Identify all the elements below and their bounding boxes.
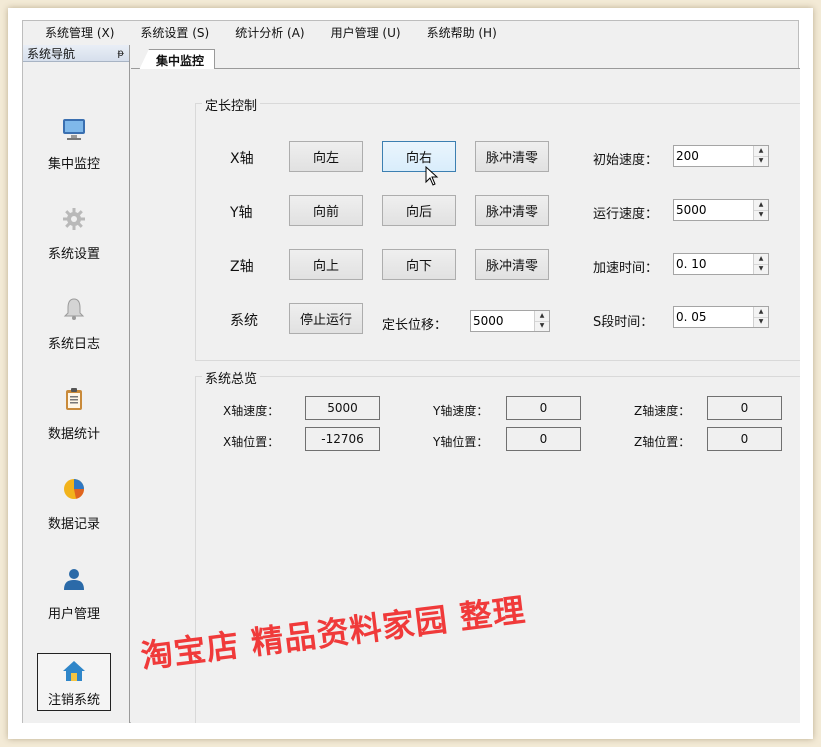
group-title: 系统总览: [202, 368, 261, 387]
nav-item-user-management[interactable]: 用户管理: [37, 567, 111, 625]
spin-down-icon[interactable]: ▼: [535, 321, 549, 331]
navigation-panel: 系统导航 ᵽ 集中监控 系统设置 系统日志 数据统计 数据记录 用户管理 注销系…: [23, 45, 130, 723]
gear-icon: [63, 208, 85, 230]
z-down-button[interactable]: 向下: [382, 249, 456, 280]
spin-up-icon[interactable]: ▲: [754, 307, 768, 318]
y-position-label: Y轴位置：: [433, 435, 489, 449]
nav-item-label: 数据统计: [47, 427, 100, 442]
spin-down-icon[interactable]: ▼: [754, 317, 768, 327]
z-up-button[interactable]: 向上: [289, 249, 363, 280]
menu-system-settings[interactable]: 系统设置 (S): [127, 24, 222, 41]
x-axis-label: X轴: [230, 151, 254, 167]
menu-help[interactable]: 系统帮助 (H): [414, 24, 510, 41]
x-pulse-reset-button[interactable]: 脉冲清零: [475, 141, 549, 172]
accel-time-input[interactable]: [674, 254, 753, 274]
user-icon: [64, 569, 84, 590]
system-overview-group: 系统总览 X轴速度： 5000 X轴位置： -12706 Y轴速度： 0 Y轴位…: [195, 368, 800, 723]
y-position-value: 0: [506, 427, 581, 451]
nav-item-label: 注销系统: [47, 692, 100, 708]
nav-item-system-settings[interactable]: 系统设置: [37, 207, 111, 265]
nav-item-data-statistics[interactable]: 数据统计: [37, 387, 111, 445]
tab-central-monitoring[interactable]: 集中监控: [139, 49, 216, 70]
nav-item-logout[interactable]: 注销系统: [37, 653, 111, 711]
pin-icon[interactable]: ᵽ: [117, 48, 124, 59]
z-position-value: 0: [707, 427, 782, 451]
y-speed-label: Y轴速度：: [433, 404, 489, 418]
clipboard-icon: [66, 388, 82, 410]
bell-icon: [63, 298, 85, 320]
nav-item-system-log[interactable]: 系统日志: [37, 297, 111, 355]
group-title: 定长控制: [202, 95, 261, 114]
nav-item-label: 系统日志: [47, 337, 100, 352]
run-speed-spinner[interactable]: ▲▼: [673, 199, 769, 221]
nav-item-label: 系统设置: [47, 247, 100, 262]
accel-time-label: 加速时间：: [593, 261, 659, 276]
initial-speed-spinner[interactable]: ▲▼: [673, 145, 769, 167]
monitor-icon: [63, 119, 85, 140]
y-backward-button[interactable]: 向后: [382, 195, 456, 226]
x-speed-value: 5000: [305, 396, 380, 420]
nav-item-central-monitoring[interactable]: 集中监控: [37, 117, 111, 175]
nav-item-data-records[interactable]: 数据记录: [37, 477, 111, 535]
stop-run-button[interactable]: 停止运行: [289, 303, 363, 334]
z-position-label: Z轴位置：: [634, 435, 691, 449]
pie-chart-icon: [64, 479, 84, 499]
nav-item-label: 用户管理: [47, 607, 100, 622]
accel-time-spinner[interactable]: ▲▼: [673, 253, 769, 275]
fixed-length-label: 定长位移：: [382, 318, 448, 333]
z-axis-label: Z轴: [230, 259, 254, 275]
run-speed-input[interactable]: [674, 200, 753, 220]
y-pulse-reset-button[interactable]: 脉冲清零: [475, 195, 549, 226]
fixed-length-input[interactable]: [471, 311, 534, 331]
spin-down-icon[interactable]: ▼: [754, 156, 768, 166]
home-icon: [63, 660, 85, 681]
z-speed-label: Z轴速度：: [634, 404, 691, 418]
nav-item-label: 集中监控: [47, 157, 100, 172]
s-time-input[interactable]: [674, 307, 753, 327]
menu-user-management[interactable]: 用户管理 (U): [318, 24, 414, 41]
nav-header: 系统导航 ᵽ: [23, 45, 129, 62]
y-axis-label: Y轴: [230, 205, 253, 221]
spin-up-icon[interactable]: ▲: [754, 200, 768, 211]
nav-title: 系统导航: [27, 46, 76, 61]
spin-down-icon[interactable]: ▼: [754, 210, 768, 220]
z-pulse-reset-button[interactable]: 脉冲清零: [475, 249, 549, 280]
x-left-button[interactable]: 向左: [289, 141, 363, 172]
y-forward-button[interactable]: 向前: [289, 195, 363, 226]
run-speed-label: 运行速度：: [593, 207, 659, 222]
z-speed-value: 0: [707, 396, 782, 420]
menu-statistics[interactable]: 统计分析 (A): [222, 24, 317, 41]
menu-system-management[interactable]: 系统管理 (X): [23, 24, 127, 41]
spin-up-icon[interactable]: ▲: [535, 311, 549, 322]
y-speed-value: 0: [506, 396, 581, 420]
s-time-spinner[interactable]: ▲▼: [673, 306, 769, 328]
system-label: 系统: [230, 313, 258, 329]
spin-up-icon[interactable]: ▲: [754, 146, 768, 157]
mouse-cursor-icon: [425, 166, 439, 186]
spin-up-icon[interactable]: ▲: [754, 254, 768, 265]
menu-bar: 系统管理 (X) 系统设置 (S) 统计分析 (A) 用户管理 (U) 系统帮助…: [23, 21, 798, 43]
initial-speed-label: 初始速度：: [593, 153, 659, 168]
x-position-label: X轴位置：: [223, 435, 280, 449]
s-time-label: S段时间：: [593, 315, 654, 330]
initial-speed-input[interactable]: [674, 146, 753, 166]
spin-down-icon[interactable]: ▼: [754, 264, 768, 274]
length-control-group: 定长控制 X轴 向左 向右 脉冲清零 初始速度： ▲▼ Y轴 向前 向后 脉冲清…: [195, 95, 800, 361]
tab-strip: 集中监控: [131, 47, 800, 70]
nav-item-label: 数据记录: [47, 517, 100, 532]
fixed-length-spinner[interactable]: ▲▼: [470, 310, 550, 332]
x-speed-label: X轴速度：: [223, 404, 280, 418]
x-right-button[interactable]: 向右: [382, 141, 456, 172]
x-position-value: -12706: [305, 427, 380, 451]
